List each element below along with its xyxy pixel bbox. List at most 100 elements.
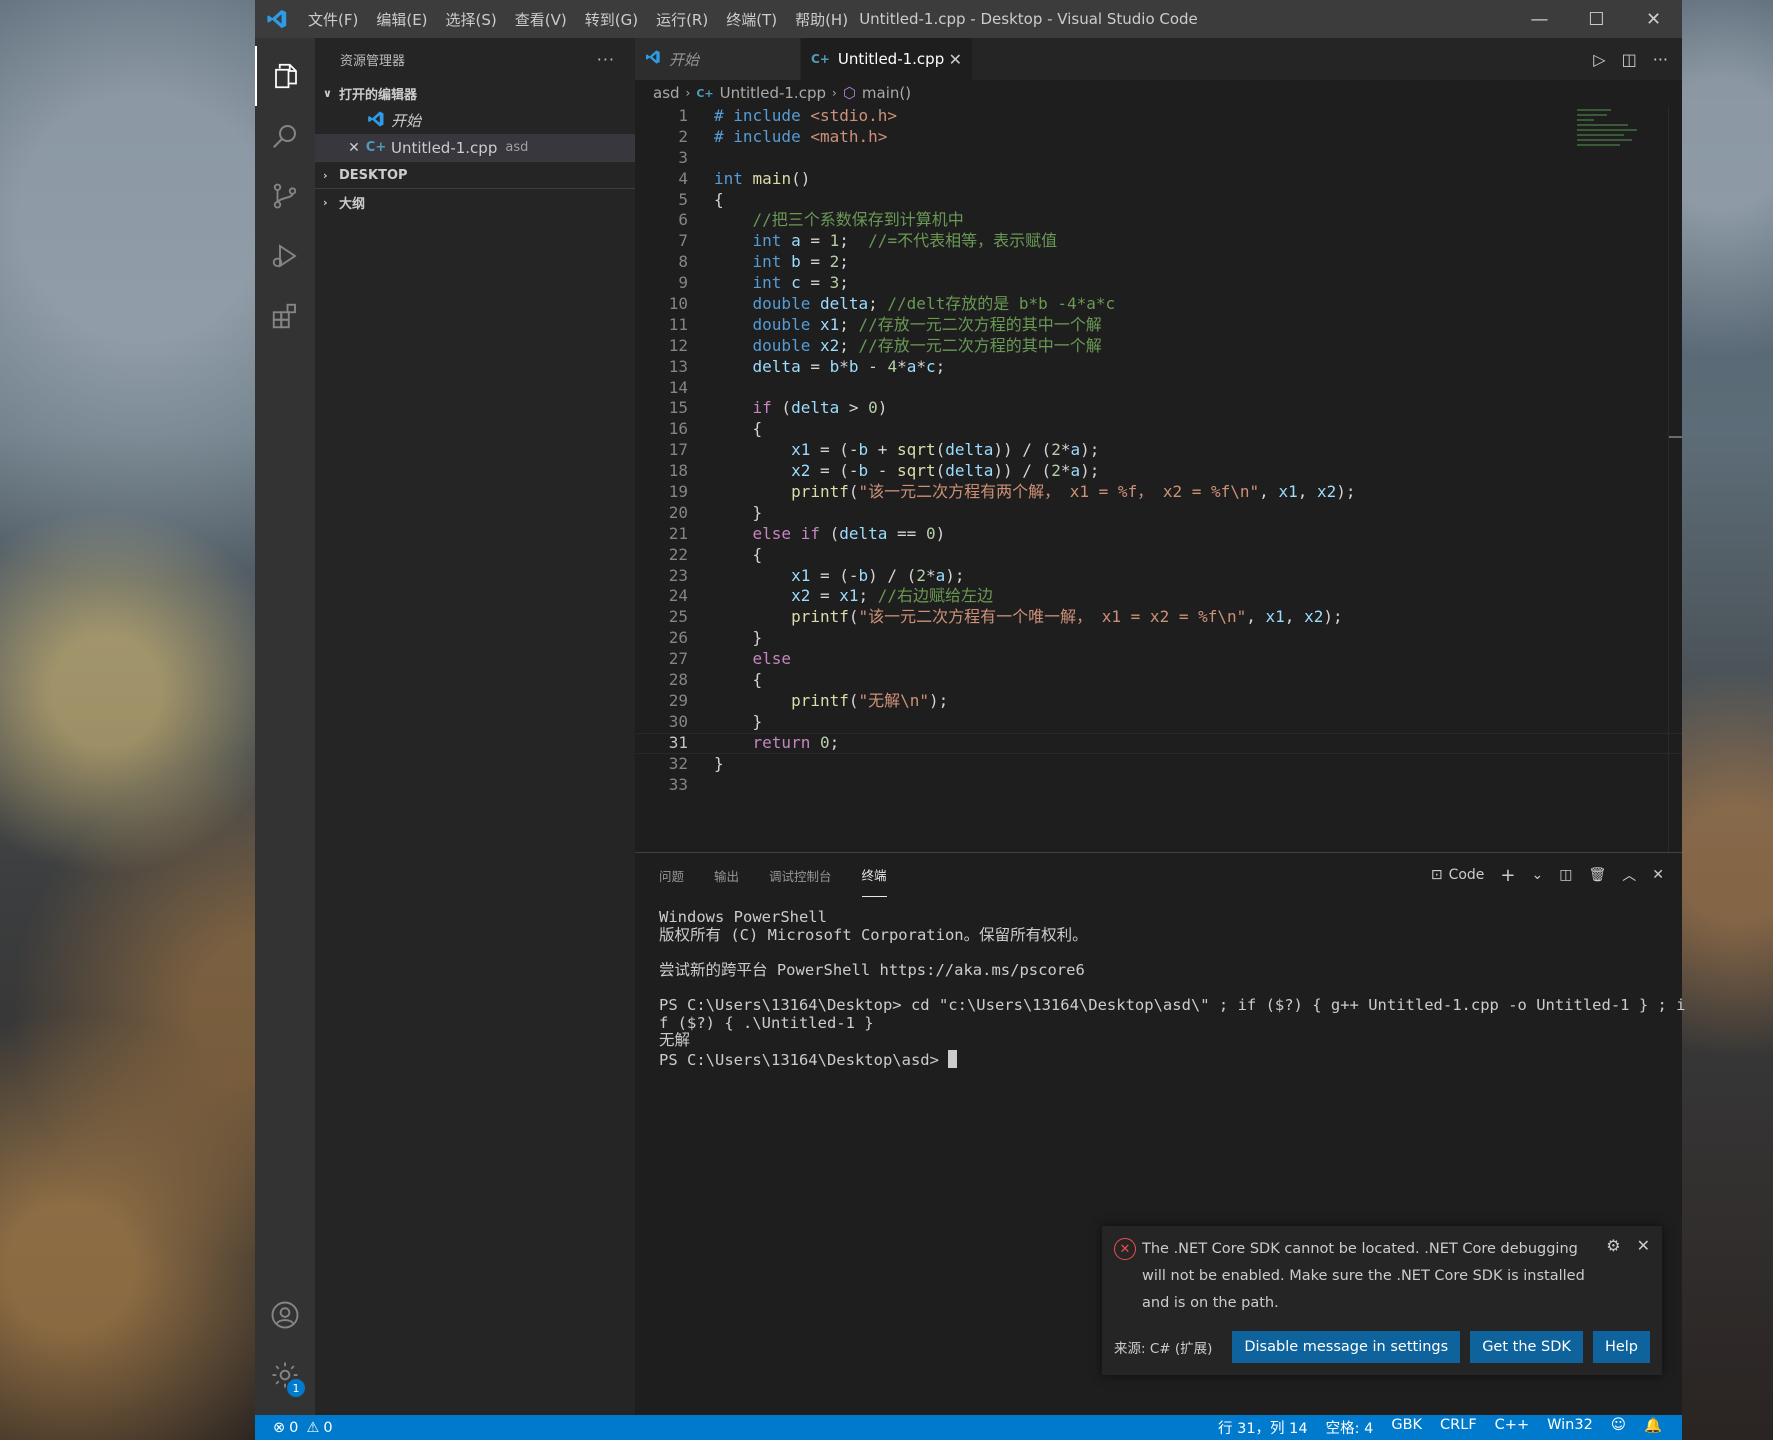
explorer-sidebar: 资源管理器 ··· ∨ 打开的编辑器 开始 ✕ C+ Untitled-1.cp… xyxy=(315,38,635,1415)
line-number: 5 xyxy=(678,189,688,209)
terminal-name: Code xyxy=(1448,867,1485,883)
activity-bar: 1 xyxy=(255,38,315,1415)
tab-output[interactable]: 输出 xyxy=(714,853,739,897)
chevron-right-icon: › xyxy=(685,86,691,100)
minimize-button[interactable]: — xyxy=(1511,0,1568,38)
trash-icon[interactable]: 🗑 xyxy=(1588,867,1606,883)
line-number: 32 xyxy=(668,753,688,773)
problems-status[interactable]: ⊗ 0 ⚠ 0 xyxy=(273,1420,333,1436)
notification-message: The .NET Core SDK cannot be located. .NE… xyxy=(1142,1241,1585,1311)
minimap[interactable] xyxy=(1577,106,1662,166)
code-line: 2 # include <math.h> xyxy=(635,127,1682,148)
menu-go[interactable]: 转到(G) xyxy=(576,9,647,30)
panel-actions: ⊡ Code + ⌄ ◫ 🗑 ︿ ✕ xyxy=(1431,865,1682,886)
open-editor-item-start[interactable]: 开始 xyxy=(315,107,635,134)
menu-file[interactable]: 文件(F) xyxy=(299,9,367,30)
close-icon[interactable]: ✕ xyxy=(949,50,962,69)
line-text: double delta; //delt存放的是 b*b -4*a*c xyxy=(752,294,1116,314)
line-number: 7 xyxy=(678,231,688,251)
code-editor[interactable]: 1 # include <stdio.h> 2 # include <math.h> 3… xyxy=(635,106,1682,852)
encoding[interactable]: GBK xyxy=(1391,1417,1422,1438)
code-line: 10 double delta; //delt存放的是 b*b -4*a*c xyxy=(635,294,1682,315)
code-lines: 1 # include <stdio.h> 2 # include <math.h> 3… xyxy=(635,106,1682,795)
outline-section[interactable]: › 大纲 xyxy=(315,188,635,215)
terminal-output[interactable]: Windows PowerShell 版权所有 (C) Microsoft Cor… xyxy=(635,897,1686,1081)
code-line: 28 { xyxy=(635,670,1682,691)
menu-view[interactable]: 查看(V) xyxy=(506,9,576,30)
terminal-line: PS C:\Users\13164\Desktop> cd "c:\Users\… xyxy=(659,995,1686,1014)
line-number: 11 xyxy=(668,314,688,334)
menu-terminal[interactable]: 终端(T) xyxy=(717,9,786,30)
get-sdk-button[interactable]: Get the SDK xyxy=(1470,1331,1583,1363)
line-text: x1 = (-b) / (2*a); xyxy=(791,565,965,585)
close-window-button[interactable]: ✕ xyxy=(1625,0,1682,38)
new-terminal-icon[interactable]: + xyxy=(1500,865,1515,886)
menu-edit[interactable]: 编辑(E) xyxy=(367,9,436,30)
more-actions-icon[interactable]: ··· xyxy=(1653,50,1668,69)
open-editors-section[interactable]: ∨ 打开的编辑器 xyxy=(315,80,635,107)
split-terminal-icon[interactable]: ◫ xyxy=(1559,867,1572,883)
close-icon[interactable]: ✕ xyxy=(1637,1236,1650,1317)
window-controls: — ☐ ✕ xyxy=(1511,0,1682,38)
split-editor-icon[interactable]: ◫ xyxy=(1622,50,1637,69)
terminal-selector[interactable]: ⊡ Code xyxy=(1431,867,1485,883)
menu-run[interactable]: 运行(R) xyxy=(647,9,717,30)
disable-message-button[interactable]: Disable message in settings xyxy=(1232,1331,1461,1363)
line-number: 9 xyxy=(678,273,688,293)
line-text xyxy=(688,148,714,169)
maximize-panel-icon[interactable]: ︿ xyxy=(1622,865,1636,885)
outline-section-label: 大纲 xyxy=(339,196,366,212)
tab-start[interactable]: 开始 xyxy=(635,38,801,80)
explorer-icon[interactable] xyxy=(255,46,315,106)
feedback-icon[interactable]: ☺ xyxy=(1611,1417,1626,1438)
line-text: } xyxy=(714,502,763,522)
line-text: x2 = x1; //右边赋给左边 xyxy=(791,586,994,606)
chevron-down-icon[interactable]: ⌄ xyxy=(1532,867,1544,883)
breadcrumb-folder[interactable]: asd xyxy=(653,84,680,102)
platform[interactable]: Win32 xyxy=(1547,1417,1593,1438)
code-line: 23 x1 = (-b) / (2*a); xyxy=(635,566,1682,587)
extensions-icon[interactable] xyxy=(255,286,315,346)
cpp-icon: C+ xyxy=(811,52,830,66)
gear-icon[interactable]: ⚙ xyxy=(1606,1236,1620,1317)
tab-terminal[interactable]: 终端 xyxy=(861,853,887,897)
search-icon[interactable] xyxy=(255,106,315,166)
menu-help[interactable]: 帮助(H) xyxy=(786,9,857,30)
indentation[interactable]: 空格: 4 xyxy=(1326,1417,1374,1438)
close-icon[interactable]: ✕ xyxy=(343,140,365,156)
tab-debug-console[interactable]: 调试控制台 xyxy=(769,853,832,897)
open-editor-item-untitled[interactable]: ✕ C+ Untitled-1.cpp asd xyxy=(315,134,635,161)
more-actions-icon[interactable]: ··· xyxy=(597,50,615,69)
help-button[interactable]: Help xyxy=(1592,1331,1650,1363)
breadcrumb: asd › C+ Untitled-1.cpp › ⬡ main() xyxy=(635,80,1682,106)
menu-selection[interactable]: 选择(S) xyxy=(437,9,506,30)
account-icon[interactable] xyxy=(255,1285,315,1345)
line-text: else if (delta == 0) xyxy=(752,523,946,543)
end-of-line[interactable]: CRLF xyxy=(1440,1417,1477,1438)
maximize-button[interactable]: ☐ xyxy=(1568,0,1625,38)
source-control-icon[interactable] xyxy=(255,166,315,226)
breadcrumb-symbol[interactable]: main() xyxy=(862,84,911,102)
line-text: } xyxy=(714,628,763,648)
notification-toast: ✕ The .NET Core SDK cannot be located. .… xyxy=(1102,1226,1662,1375)
breadcrumb-file[interactable]: Untitled-1.cpp xyxy=(720,84,826,102)
tab-problems[interactable]: 问题 xyxy=(659,853,684,897)
line-text xyxy=(688,775,714,796)
cursor-position[interactable]: 行 31，列 14 xyxy=(1218,1417,1308,1438)
line-text: else xyxy=(752,649,792,669)
language-mode[interactable]: C++ xyxy=(1495,1417,1529,1438)
tab-untitled-cpp[interactable]: C+ Untitled-1.cpp ✕ xyxy=(801,38,973,80)
editor-scrollbar[interactable] xyxy=(1668,106,1682,852)
line-text: } xyxy=(714,711,763,731)
desktop-section[interactable]: › DESKTOP xyxy=(315,161,635,188)
manage-gear-icon[interactable]: 1 xyxy=(255,1345,315,1405)
menu-bar: 文件(F) 编辑(E) 选择(S) 查看(V) 转到(G) 运行(R) 终端(T… xyxy=(299,9,857,30)
close-panel-icon[interactable]: ✕ xyxy=(1652,867,1664,883)
panel-tabs: 问题 输出 调试控制台 终端 ⊡ Code + ⌄ ◫ 🗑 ︿ ✕ xyxy=(635,853,1682,897)
run-icon[interactable]: ▷ xyxy=(1593,50,1605,69)
code-line: 18 x2 = (-b - sqrt(delta)) / (2*a); xyxy=(635,461,1682,482)
bell-icon[interactable]: 🔔 xyxy=(1644,1417,1662,1438)
line-number: 12 xyxy=(668,335,688,355)
run-debug-icon[interactable] xyxy=(255,226,315,286)
line-text: printf("该一元二次方程有两个解， x1 = %f， x2 = %f\n"… xyxy=(791,482,1356,502)
